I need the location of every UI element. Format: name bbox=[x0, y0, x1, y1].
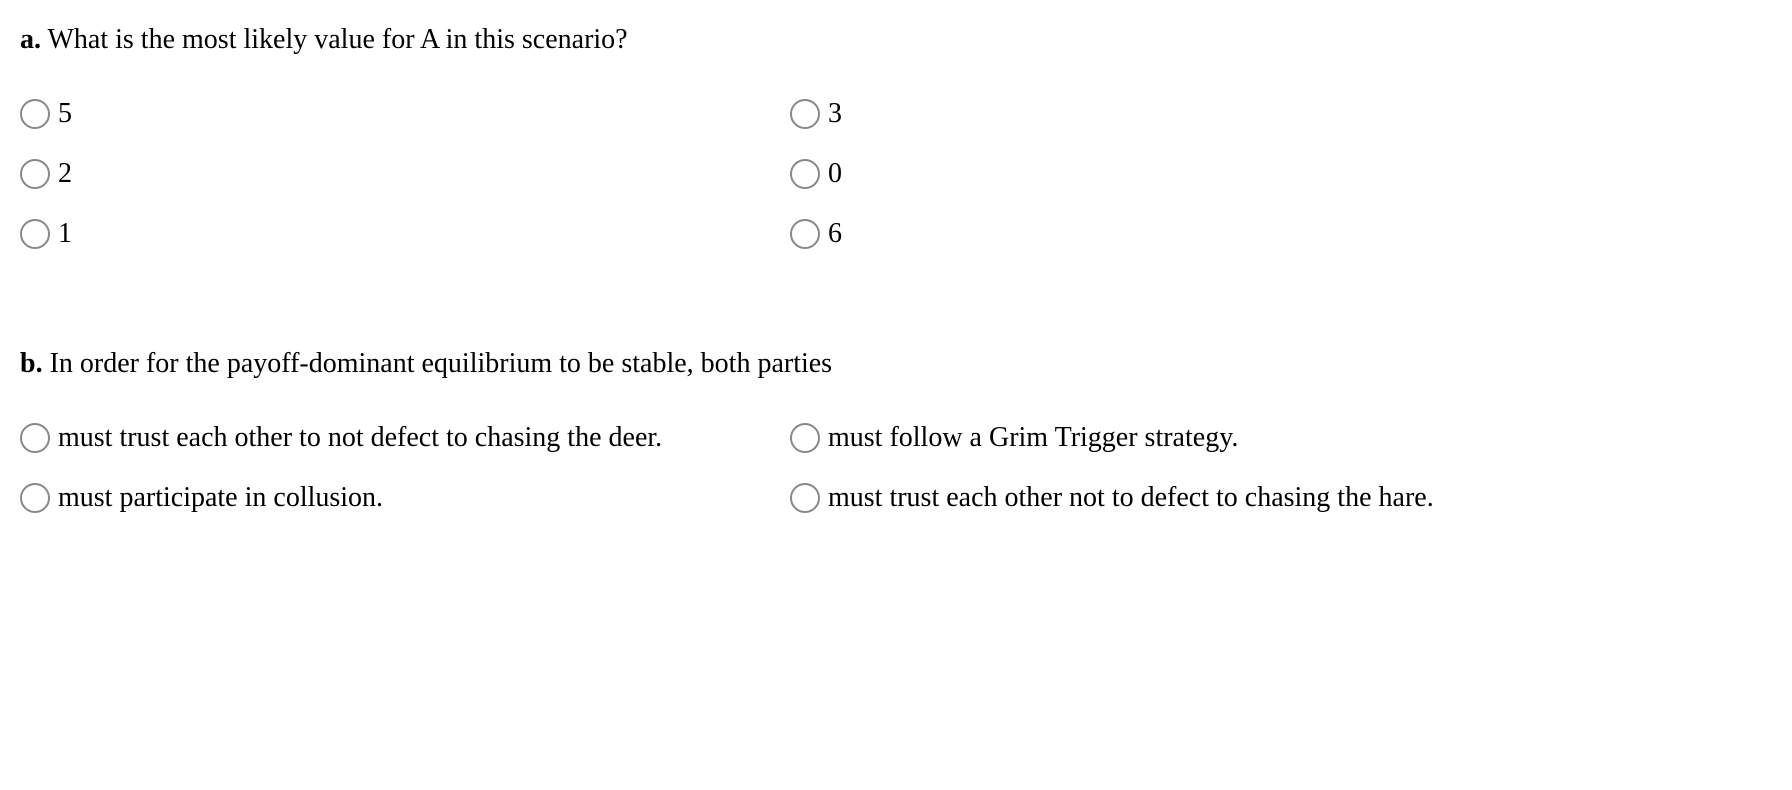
radio-icon bbox=[790, 99, 820, 129]
radio-icon bbox=[20, 99, 50, 129]
option-a-0[interactable]: 0 bbox=[790, 159, 1772, 189]
question-a-body: What is the most likely value for A in t… bbox=[48, 24, 628, 55]
option-label: must follow a Grim Trigger strategy. bbox=[828, 424, 1238, 452]
option-b-trust-deer[interactable]: must trust each other to not defect to c… bbox=[20, 423, 790, 453]
option-a-1[interactable]: 1 bbox=[20, 219, 790, 249]
question-b-options: must trust each other to not defect to c… bbox=[20, 423, 1772, 513]
option-a-3[interactable]: 3 bbox=[790, 99, 1772, 129]
radio-icon bbox=[790, 423, 820, 453]
radio-icon bbox=[790, 219, 820, 249]
option-b-collusion[interactable]: must participate in collusion. bbox=[20, 483, 790, 513]
question-a: a. What is the most likely value for A i… bbox=[20, 20, 1772, 249]
question-b: b. In order for the payoff-dominant equi… bbox=[20, 344, 1772, 513]
question-b-text: b. In order for the payoff-dominant equi… bbox=[20, 344, 1772, 383]
question-a-options: 5 3 2 0 1 6 bbox=[20, 99, 1772, 249]
option-a-6[interactable]: 6 bbox=[790, 219, 1772, 249]
option-a-2[interactable]: 2 bbox=[20, 159, 790, 189]
option-label: 5 bbox=[58, 100, 72, 128]
option-b-grim-trigger[interactable]: must follow a Grim Trigger strategy. bbox=[790, 423, 1772, 453]
option-a-5[interactable]: 5 bbox=[20, 99, 790, 129]
question-b-label: b. bbox=[20, 348, 43, 379]
radio-icon bbox=[20, 423, 50, 453]
option-label: must trust each other not to defect to c… bbox=[828, 484, 1434, 512]
option-label: 2 bbox=[58, 160, 72, 188]
option-label: 0 bbox=[828, 160, 842, 188]
radio-icon bbox=[20, 483, 50, 513]
option-label: 3 bbox=[828, 100, 842, 128]
radio-icon bbox=[790, 159, 820, 189]
option-b-trust-hare[interactable]: must trust each other not to defect to c… bbox=[790, 483, 1772, 513]
option-label: 6 bbox=[828, 220, 842, 248]
question-a-text: a. What is the most likely value for A i… bbox=[20, 20, 1772, 59]
radio-icon bbox=[790, 483, 820, 513]
option-label: must participate in collusion. bbox=[58, 484, 383, 512]
radio-icon bbox=[20, 159, 50, 189]
option-label: 1 bbox=[58, 220, 72, 248]
question-a-label: a. bbox=[20, 24, 41, 55]
radio-icon bbox=[20, 219, 50, 249]
question-b-body: In order for the payoff-dominant equilib… bbox=[50, 348, 833, 379]
option-label: must trust each other to not defect to c… bbox=[58, 424, 662, 452]
